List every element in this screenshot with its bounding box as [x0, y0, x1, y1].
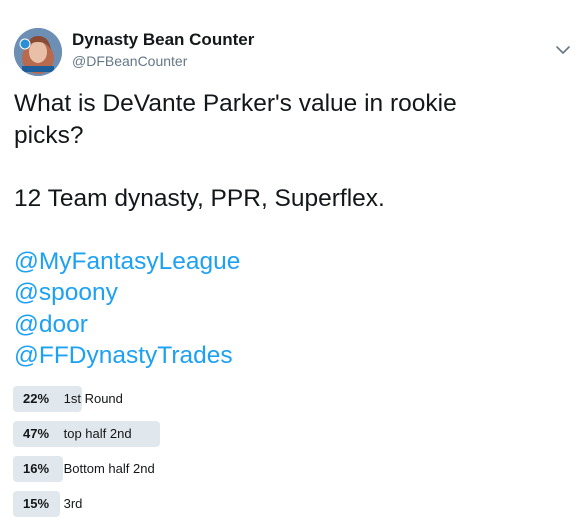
mention-link[interactable]: @FFDynastyTrades [14, 340, 569, 372]
poll-option-label: Bottom half 2nd [63, 461, 155, 476]
avatar[interactable] [14, 28, 62, 76]
poll-option-label: top half 2nd [63, 426, 132, 441]
poll-percent: 47% [23, 426, 50, 441]
tweet-text-line: picks? [14, 121, 84, 149]
poll-percent: 22% [23, 391, 50, 406]
tweet-text: What is DeVante Parker's value in rookie… [14, 88, 569, 372]
avatar-image [14, 28, 62, 76]
mention-link[interactable]: @spoony [14, 277, 569, 309]
poll-percent: 15% [23, 496, 50, 511]
poll-option: 47% top half 2nd [13, 421, 568, 447]
poll-option-label: 3rd [63, 496, 83, 511]
poll-option: 22% 1st Round [13, 386, 568, 412]
tweet: Dynasty Bean Counter @DFBeanCounter What… [0, 0, 581, 526]
poll-percent: 16% [23, 461, 50, 476]
tweet-text-line: What is DeVante Parker's value in rookie [14, 90, 457, 117]
poll-option-label: 1st Round [63, 391, 123, 406]
mention-link[interactable]: @door [14, 309, 569, 341]
poll-option: 16% Bottom half 2nd [13, 456, 568, 482]
user-handle[interactable]: @DFBeanCounter [72, 53, 187, 69]
tweet-text-line: 12 Team dynasty, PPR, Superflex. [14, 184, 385, 212]
display-name[interactable]: Dynasty Bean Counter [72, 30, 254, 50]
poll-option: 15% 3rd [13, 491, 568, 517]
chevron-down-icon[interactable] [553, 40, 573, 60]
poll: 22% 1st Round 47% top half 2nd 16% Botto… [13, 386, 568, 526]
mention-link[interactable]: @MyFantasyLeague [14, 246, 569, 278]
